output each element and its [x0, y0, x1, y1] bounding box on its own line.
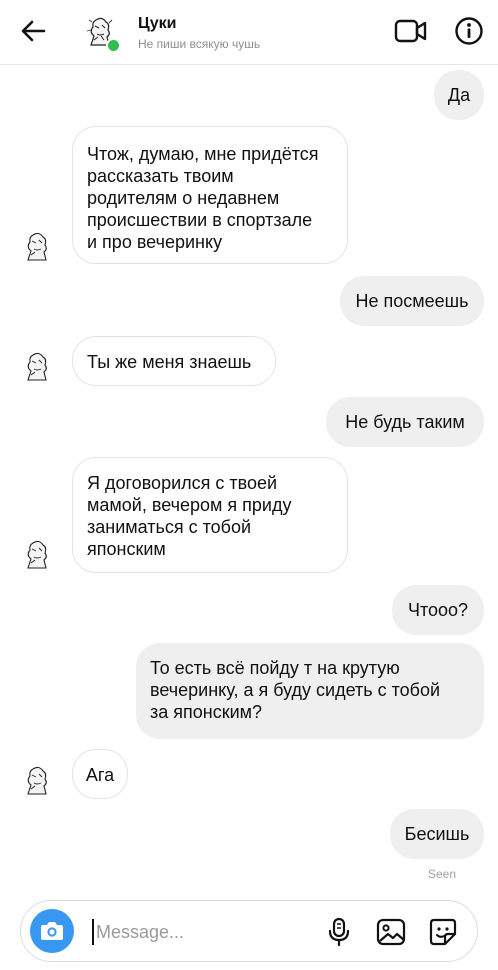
- message-incoming[interactable]: Чтож, думаю, мне придётся рассказать тво…: [72, 126, 348, 264]
- message-list[interactable]: Да Чтож, думаю, мне придётся рассказать …: [0, 64, 498, 894]
- chat-header: Цуки Не пиши всякую чушь: [0, 0, 498, 65]
- contact-avatar-small: [27, 766, 47, 795]
- message-incoming[interactable]: Я договорился с твоей мамой, вечером я п…: [72, 457, 348, 573]
- message-outgoing[interactable]: Не будь таким: [326, 397, 484, 447]
- message-incoming[interactable]: Ты же меня знаешь: [72, 336, 276, 386]
- message-composer: [20, 900, 478, 962]
- online-status-dot: [106, 38, 121, 53]
- text-cursor: [92, 919, 94, 945]
- message-outgoing[interactable]: Да: [434, 70, 484, 120]
- contact-avatar-small: [27, 352, 47, 381]
- info-icon[interactable]: [454, 16, 484, 46]
- contact-avatar-small: [27, 232, 47, 261]
- message-outgoing[interactable]: То есть всё пойду т на крутую вечеринку,…: [136, 643, 484, 739]
- message-incoming[interactable]: Ага: [72, 749, 128, 799]
- microphone-icon[interactable]: [327, 917, 351, 947]
- contact-status: Не пиши всякую чушь: [138, 37, 261, 51]
- message-outgoing[interactable]: Не посмеешь: [340, 276, 484, 326]
- contact-avatar-small: [27, 540, 47, 569]
- image-gallery-icon[interactable]: [376, 917, 406, 947]
- message-outgoing[interactable]: Бесишь: [390, 809, 484, 859]
- contact-name[interactable]: Цуки: [138, 15, 176, 33]
- back-arrow-icon[interactable]: [20, 18, 46, 44]
- message-outgoing[interactable]: Чтооо?: [392, 585, 484, 635]
- seen-indicator: Seen: [428, 867, 457, 881]
- sticker-icon[interactable]: [428, 917, 458, 947]
- camera-button[interactable]: [30, 909, 74, 953]
- camera-icon: [41, 922, 63, 940]
- video-call-icon[interactable]: [394, 16, 428, 46]
- message-input[interactable]: [96, 918, 316, 946]
